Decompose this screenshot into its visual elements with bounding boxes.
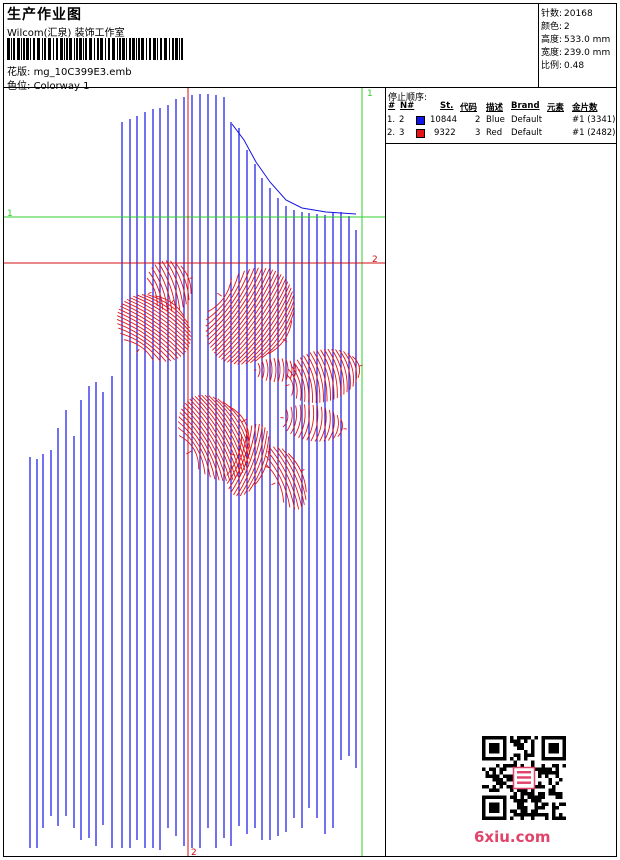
stats-panel: 针数: 20168 颜色: 2 高度: 533.0 mm 宽度: 239.0 mm 比例… xyxy=(539,4,616,88)
red-flower-stitches xyxy=(116,260,364,510)
row2-element: #1 (2482) xyxy=(572,128,616,138)
stat-height: 高度: 533.0 mm xyxy=(541,35,611,45)
design-canvas[interactable]: 1 1 2 2 xyxy=(4,88,386,856)
watermark-text: 6xiu.com xyxy=(474,828,551,846)
row2-code: 3 xyxy=(475,128,481,138)
row2-color-swatch xyxy=(416,129,425,138)
guide-lines: 1 1 2 2 xyxy=(4,88,385,856)
col-brand: Brand xyxy=(511,101,540,111)
page-title: 生产作业图 xyxy=(7,7,82,23)
col-sequins: 金片数 xyxy=(572,103,598,113)
design-file: 花版: mg_10C399E3.emb xyxy=(7,63,132,78)
studio-name: Wilcom(汇泉) 装饰工作室 xyxy=(7,28,125,39)
row2-n: 3 xyxy=(399,128,405,138)
green-v-guide-label: 1 xyxy=(367,89,373,99)
col-code: 代码 xyxy=(460,103,478,113)
blue-stitch-lines xyxy=(29,94,357,850)
red-v-guide-label: 2 xyxy=(191,848,197,856)
row1-element: #1 (3341) xyxy=(572,115,616,125)
embroidery-preview[interactable]: 1 1 2 2 xyxy=(4,88,386,856)
col-n: N# xyxy=(400,101,415,111)
barcode-icon xyxy=(7,38,183,60)
row2-st: 9322 xyxy=(434,128,456,138)
col-st: St. xyxy=(440,101,454,111)
col-element: 元素 xyxy=(547,103,565,113)
green-h-guide-label: 1 xyxy=(7,209,13,219)
stop-sequence-table: 停止顺序: # N# St. 代码 描述 Brand 元素 金片数 1. 2 1… xyxy=(386,88,616,144)
col-desc: 描述 xyxy=(486,103,504,113)
qr-code-icon xyxy=(482,736,566,820)
row1-color-swatch xyxy=(416,116,425,125)
row1-num: 1. xyxy=(387,115,396,125)
red-h-guide-label: 2 xyxy=(372,255,378,265)
row1-code: 2 xyxy=(475,115,481,125)
stat-colors: 颜色: 2 xyxy=(541,22,570,32)
row2-num: 2. xyxy=(387,128,396,138)
row2-brand: Default xyxy=(511,128,543,138)
row1-brand: Default xyxy=(511,115,543,125)
row1-st: 10844 xyxy=(430,115,458,125)
stat-scale: 比例: 0.48 xyxy=(541,61,585,71)
stat-stitches: 针数: 20168 xyxy=(541,9,593,19)
row1-n: 2 xyxy=(399,115,405,125)
row1-desc: Blue xyxy=(486,115,505,125)
header-info-panel: 生产作业图 Wilcom(汇泉) 装饰工作室 花版: mg_10C399E3.e… xyxy=(4,4,539,92)
stat-width: 宽度: 239.0 mm xyxy=(541,48,611,58)
watermark: 6xiu.com xyxy=(474,736,568,852)
row2-desc: Red xyxy=(486,128,503,138)
col-num: # xyxy=(388,101,396,111)
